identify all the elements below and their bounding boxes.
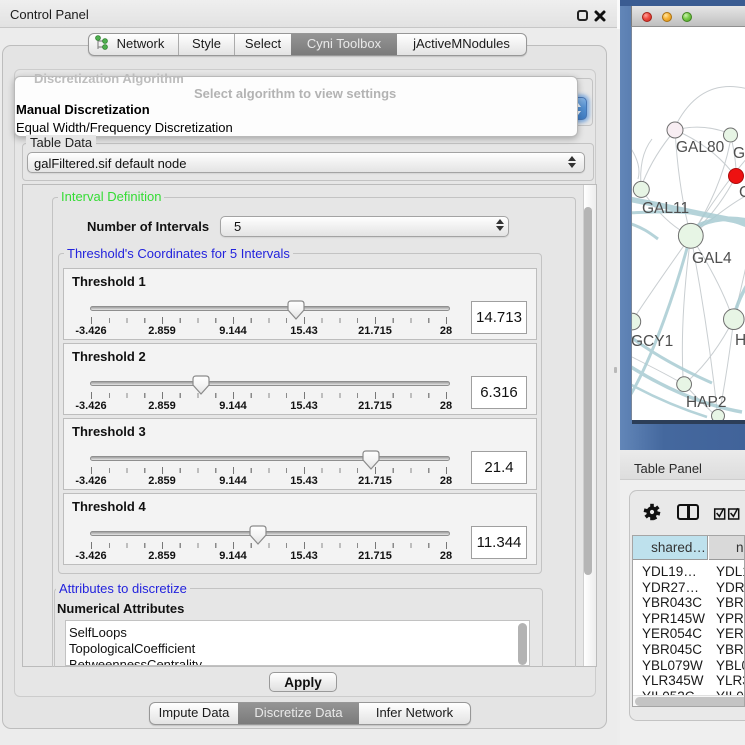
svg-text:GAL11: GAL11	[642, 200, 689, 217]
svg-text:GAL80: GAL80	[676, 139, 725, 156]
svg-text:GAL4: GAL4	[692, 250, 732, 267]
svg-text:H: H	[735, 332, 745, 349]
svg-text:C: C	[739, 184, 745, 201]
svg-text:HAP2: HAP2	[686, 394, 727, 411]
svg-text:GCY1: GCY1	[632, 333, 673, 350]
svg-text:GA: GA	[733, 145, 745, 162]
